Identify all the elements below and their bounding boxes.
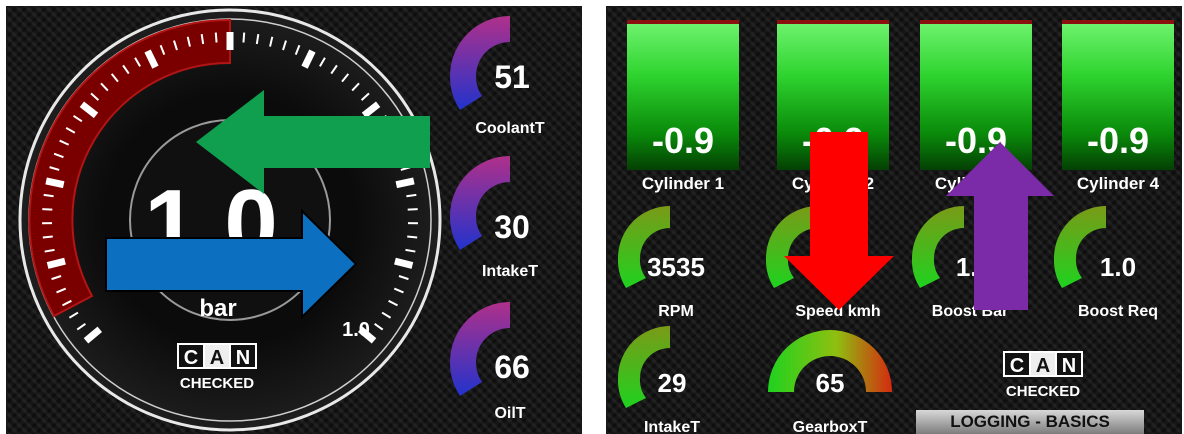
can-checked-logo: C A N CHECKED [177, 343, 257, 392]
logo-letter-c: C [184, 347, 198, 369]
main-dash-screen: 1.0 bar 1.0 C A N CHECKED 51 CoolantT 30… [6, 6, 582, 434]
intake-label: IntakeT [482, 263, 538, 280]
side-gauge-intake: 30 IntakeT [449, 156, 538, 280]
logo-letter-c-right: C [1010, 355, 1024, 377]
dial-minor-tick [242, 32, 246, 43]
dial-minor-tick [407, 235, 418, 239]
boost-req-value: 1.0 [1100, 252, 1136, 282]
main-gauge-scale-label: 1.0 [342, 319, 370, 341]
gauge-gearbox-temp: 65 GearboxT [768, 330, 892, 434]
coolant-label: CoolantT [475, 120, 545, 137]
logo-letter-n: N [236, 347, 250, 369]
logo-letter-n-right: N [1062, 355, 1076, 377]
dial-minor-tick [42, 208, 53, 211]
gauge-rpm: 3535 RPM [617, 206, 705, 320]
gauge-intake-temp: 29 IntakeT [617, 326, 700, 434]
dial-minor-tick [214, 32, 218, 43]
rpm-value: 3535 [647, 252, 705, 282]
logo-letter-a-right: A [1036, 355, 1050, 377]
status-bar: LOGGING - BASICS [916, 410, 1144, 434]
intake-temp-label: IntakeT [644, 419, 700, 434]
side-gauge-coolant: 51 CoolantT [449, 16, 545, 137]
main-gauge-unit: bar [199, 295, 236, 322]
logo-checked-text: CHECKED [180, 375, 254, 392]
gauge-boost-req: 1.0 Boost Req [1053, 206, 1158, 320]
oil-label: OilT [494, 405, 525, 422]
logging-dash-screen: -0.9 -0.9 -0.9 -0.9 Cylinder 1 Cylinder … [606, 6, 1182, 434]
can-checked-logo-right: C A N CHECKED [1003, 351, 1083, 400]
intake-temp-value: 29 [658, 368, 687, 398]
coolant-value: 51 [494, 59, 530, 95]
dial-major-tick [395, 177, 415, 189]
rpm-label: RPM [658, 303, 694, 320]
main-dash-graphics: 1.0 bar 1.0 C A N CHECKED 51 CoolantT 30… [18, 8, 545, 432]
dial-minor-tick [407, 208, 418, 211]
side-gauge-oil: 66 OilT [449, 302, 530, 422]
logo-checked-text-right: CHECKED [1006, 383, 1080, 400]
logging-dash-graphics: 3535 RPM 52 Speed kmh 1.0 Boost Bar 1.0 … [617, 132, 1158, 434]
oil-value: 66 [494, 349, 530, 385]
dial-minor-tick [406, 193, 417, 198]
dial-major-tick [394, 257, 414, 269]
gearbox-temp-value: 65 [816, 368, 845, 398]
intake-value: 30 [494, 209, 530, 245]
dial-major-tick [45, 177, 65, 189]
logo-letter-a: A [210, 347, 224, 369]
dial-major-tick [46, 257, 66, 269]
dial-minor-tick [42, 235, 53, 239]
boost-req-label: Boost Req [1078, 303, 1158, 320]
gearbox-temp-label: GearboxT [793, 419, 868, 434]
dial-minor-tick [43, 193, 54, 198]
